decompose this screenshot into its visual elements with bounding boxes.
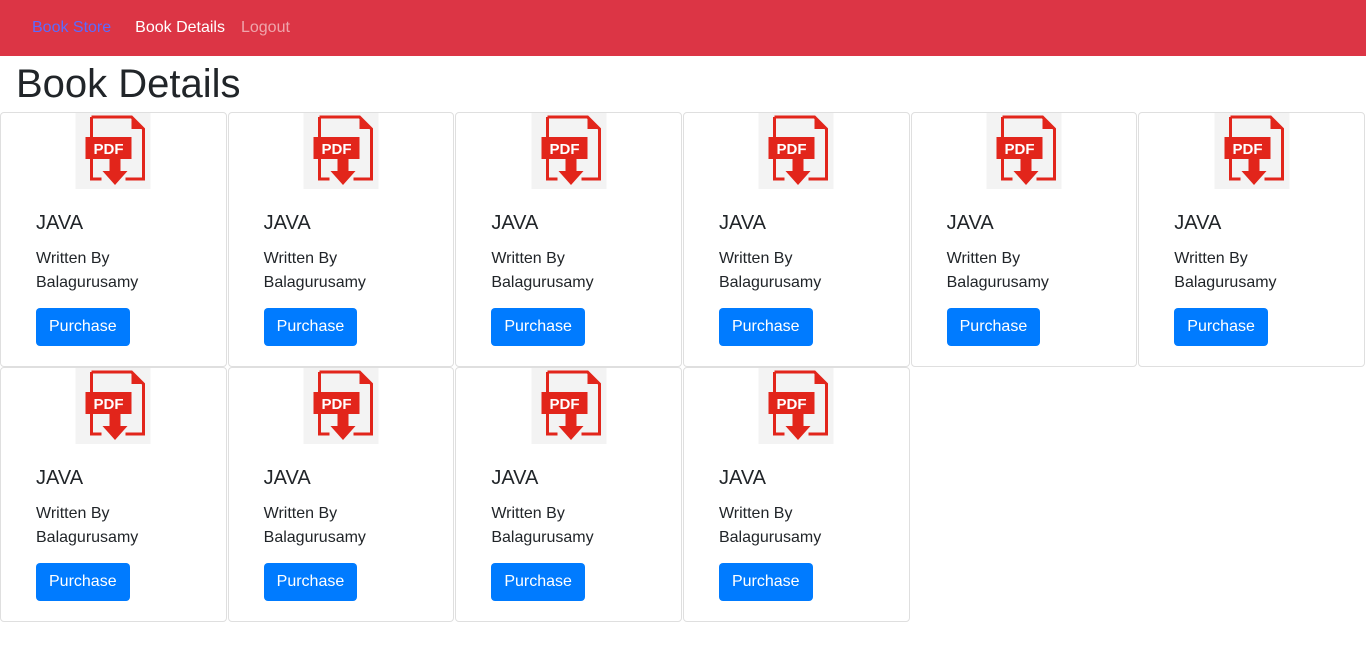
book-title: JAVA xyxy=(491,467,539,489)
purchase-button[interactable]: Purchase xyxy=(263,308,358,346)
book-title: JAVA xyxy=(718,467,767,489)
author-prefix: Written By xyxy=(491,505,565,522)
author-prefix: Written By xyxy=(36,250,110,267)
nav-link-book-details[interactable]: Book Details xyxy=(135,19,225,37)
svg-text:PDF: PDF xyxy=(549,141,579,158)
pdf-icon: PDF xyxy=(303,368,379,444)
book-author: Written By Balagurusamy xyxy=(719,502,889,550)
svg-text:PDF: PDF xyxy=(321,141,351,158)
author-name: Balagurusamy xyxy=(263,529,366,546)
author-name: Balagurusamy xyxy=(491,274,594,291)
author-prefix: Written By xyxy=(718,505,793,522)
pdf-icon: PDF xyxy=(758,113,834,189)
purchase-button[interactable]: Purchase xyxy=(36,563,130,601)
book-card: PDF JAVA Written By Balagurusamy Purchas… xyxy=(455,367,682,622)
svg-text:PDF: PDF xyxy=(777,396,807,413)
author-prefix: Written By xyxy=(263,250,338,267)
purchase-button[interactable]: Purchase xyxy=(263,563,358,601)
book-author: Written By Balagurusamy xyxy=(36,247,206,295)
pdf-icon: PDF xyxy=(75,113,151,189)
book-author: Written By Balagurusamy xyxy=(36,502,206,550)
book-author: Written By Balagurusamy xyxy=(491,247,661,295)
purchase-button[interactable]: Purchase xyxy=(491,308,585,346)
pdf-icon: PDF xyxy=(75,368,151,444)
book-card: PDF JAVA Written By Balagurusamy Purchas… xyxy=(0,112,227,367)
book-author: Written By Balagurusamy xyxy=(264,247,434,295)
book-card: PDF JAVA Written By Balagurusamy Purchas… xyxy=(682,367,910,622)
author-name: Balagurusamy xyxy=(36,274,139,291)
svg-text:PDF: PDF xyxy=(549,396,579,413)
author-prefix: Written By xyxy=(718,250,793,267)
book-title: JAVA xyxy=(263,467,311,489)
author-prefix: Written By xyxy=(1174,250,1248,267)
pdf-icon: PDF xyxy=(531,113,607,189)
svg-text:PDF: PDF xyxy=(1004,141,1034,158)
book-title: JAVA xyxy=(491,212,539,234)
book-title: JAVA xyxy=(36,212,84,234)
purchase-button[interactable]: Purchase xyxy=(491,563,585,601)
book-card: PDF JAVA Written By Balagurusamy Purchas… xyxy=(910,112,1138,367)
purchase-button[interactable]: Purchase xyxy=(718,308,813,346)
svg-text:PDF: PDF xyxy=(321,396,351,413)
pdf-icon: PDF xyxy=(758,368,834,444)
book-author: Written By Balagurusamy xyxy=(264,502,434,550)
book-title: JAVA xyxy=(263,212,311,234)
book-author: Written By Balagurusamy xyxy=(719,247,889,295)
purchase-button[interactable]: Purchase xyxy=(36,308,130,346)
book-grid: PDF JAVA Written By Balagurusamy Purchas… xyxy=(0,112,1366,622)
book-author: Written By Balagurusamy xyxy=(491,502,661,550)
book-author: Written By Balagurusamy xyxy=(1174,247,1344,295)
pdf-icon: PDF xyxy=(531,368,607,444)
author-prefix: Written By xyxy=(263,505,338,522)
author-prefix: Written By xyxy=(36,505,110,522)
page-title: Book Details xyxy=(16,62,241,106)
nav-link-logout[interactable]: Logout xyxy=(241,19,290,37)
brand-link[interactable]: Book Store xyxy=(32,19,111,37)
purchase-button[interactable]: Purchase xyxy=(946,308,1041,346)
book-title: JAVA xyxy=(718,212,767,234)
svg-text:PDF: PDF xyxy=(94,396,124,413)
book-card: PDF JAVA Written By Balagurusamy Purchas… xyxy=(455,112,682,367)
author-name: Balagurusamy xyxy=(491,529,594,546)
svg-text:PDF: PDF xyxy=(94,141,124,158)
book-title: JAVA xyxy=(36,467,84,489)
pdf-icon: PDF xyxy=(303,113,379,189)
book-title: JAVA xyxy=(1174,212,1222,234)
pdf-icon: PDF xyxy=(1214,113,1290,189)
author-prefix: Written By xyxy=(946,250,1021,267)
pdf-icon: PDF xyxy=(986,113,1062,189)
book-card: PDF JAVA Written By Balagurusamy Purchas… xyxy=(227,112,455,367)
book-author: Written By Balagurusamy xyxy=(947,247,1117,295)
book-title: JAVA xyxy=(946,212,994,234)
purchase-button[interactable]: Purchase xyxy=(1174,308,1268,346)
purchase-button[interactable]: Purchase xyxy=(718,563,813,601)
author-name: Balagurusamy xyxy=(718,274,822,291)
book-card: PDF JAVA Written By Balagurusamy Purchas… xyxy=(0,367,227,622)
author-name: Balagurusamy xyxy=(946,274,1049,291)
author-name: Balagurusamy xyxy=(263,274,366,291)
book-card: PDF JAVA Written By Balagurusamy Purchas… xyxy=(227,367,455,622)
author-name: Balagurusamy xyxy=(36,529,139,546)
author-name: Balagurusamy xyxy=(718,529,822,546)
svg-text:PDF: PDF xyxy=(1232,141,1262,158)
svg-text:PDF: PDF xyxy=(777,141,807,158)
author-name: Balagurusamy xyxy=(1174,274,1277,291)
book-card: PDF JAVA Written By Balagurusamy Purchas… xyxy=(682,112,910,367)
book-card: PDF JAVA Written By Balagurusamy Purchas… xyxy=(1138,112,1365,367)
author-prefix: Written By xyxy=(491,250,565,267)
navbar: Book Store Book Details Logout xyxy=(0,0,1366,56)
